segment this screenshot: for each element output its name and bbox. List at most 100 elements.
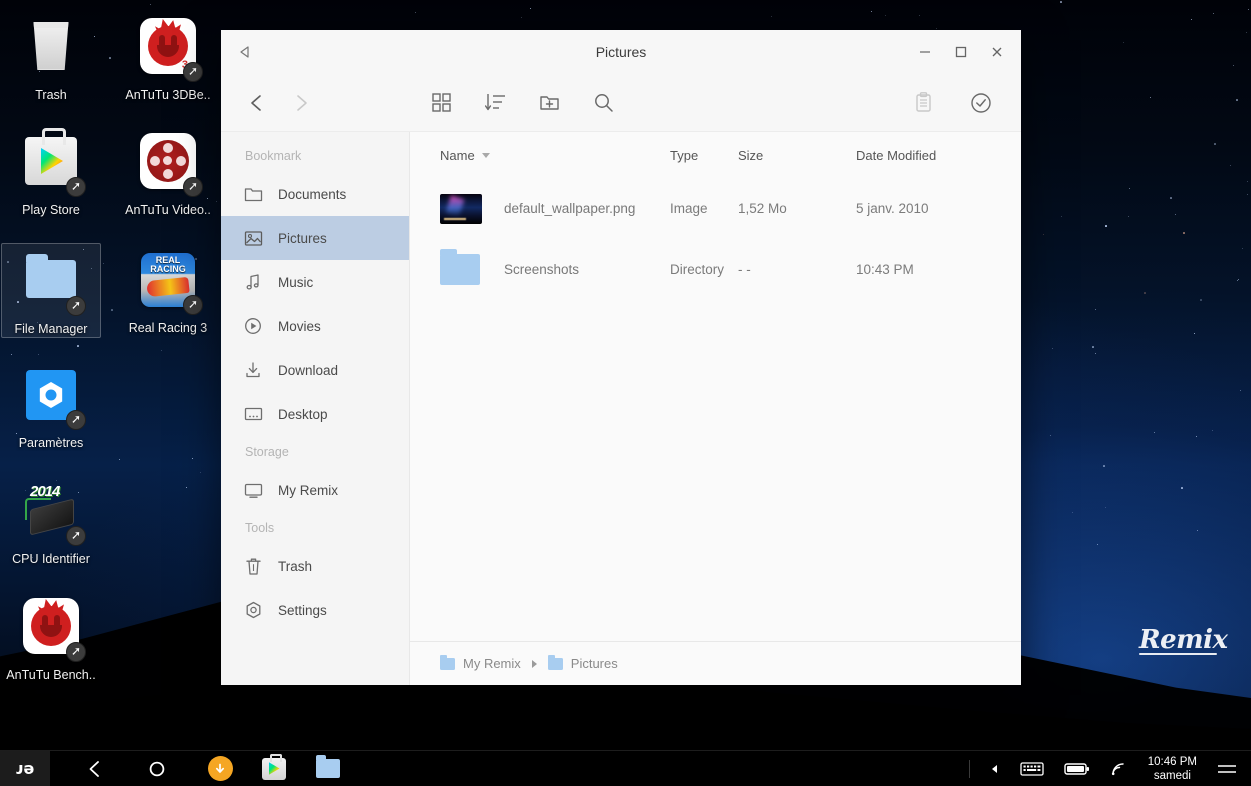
breadcrumb-item-my-remix[interactable]: My Remix (440, 654, 521, 671)
remix-watermark: Remix (1139, 625, 1228, 655)
sidebar-group-storage: Storage (245, 445, 289, 459)
sidebar-group-bookmark: Bookmark (245, 149, 302, 163)
folder-icon (547, 654, 563, 670)
cpu-identifier-icon: 2014 (20, 482, 86, 546)
shortcut-arrow-icon (183, 62, 203, 82)
sidebar-item-movies[interactable]: Movies (221, 304, 409, 348)
sidebar-item-pictures[interactable]: Pictures (221, 216, 409, 260)
clock-day: samedi (1153, 769, 1191, 782)
battery-icon[interactable] (1064, 762, 1090, 776)
desktop-icon-antutu-video[interactable]: AnTuTu Video.. (118, 125, 218, 218)
wifi-icon[interactable] (1110, 761, 1128, 777)
grid-view-icon[interactable] (419, 81, 463, 125)
taskbar-clock[interactable]: 10:46 PM samedi (1148, 755, 1197, 783)
folder-icon (241, 182, 265, 206)
column-label-name: Name (440, 147, 475, 163)
close-icon[interactable] (979, 30, 1015, 74)
hamburger-menu-icon[interactable] (1217, 762, 1237, 776)
desktop-icon-play-store[interactable]: Play Store (1, 125, 101, 218)
chevron-left-icon[interactable] (235, 81, 279, 125)
clipboard-icon[interactable] (901, 81, 945, 125)
desktop-icon-label: AnTuTu Video.. (125, 203, 211, 217)
breadcrumb-separator-icon (531, 659, 537, 668)
file-name: default_wallpaper.png (504, 201, 636, 216)
sidebar-item-label: Pictures (278, 230, 327, 246)
desktop-icon-cpu-identifier[interactable]: 2014 CPU Identifier (1, 474, 101, 567)
desktop-icon-label: AnTuTu Bench.. (6, 668, 96, 682)
file-date: 5 janv. 2010 (856, 201, 929, 216)
remix-logo-icon[interactable]: ᴊǝ (0, 750, 50, 786)
sidebar-item-label: Movies (278, 318, 321, 334)
sidebar-item-label: Download (278, 362, 339, 378)
real-racing-icon: REAL RACING (137, 251, 203, 315)
search-icon[interactable] (581, 81, 625, 125)
antutu-3dbench-icon: 3 (137, 18, 203, 82)
select-check-icon[interactable] (959, 81, 1003, 125)
sidebar-item-download[interactable]: Download (221, 348, 409, 392)
desktop-icon-antutu-3dbench[interactable]: 3 AnTuTu 3DBe.. (118, 10, 218, 103)
file-rows: default_wallpaper.png Image 1,52 Mo 5 ja… (410, 178, 1021, 641)
desktop-icon-trash[interactable]: Trash (1, 10, 101, 103)
downloads-app-icon[interactable] (206, 755, 234, 783)
column-header-date[interactable]: Date Modified (856, 148, 1006, 163)
desktop-icon-label: File Manager (14, 322, 88, 336)
taskbar-tray: 10:46 PM samedi (968, 755, 1251, 783)
desktop-icon-antutu-benchmark[interactable]: AnTuTu Bench.. (1, 590, 101, 683)
keyboard-icon[interactable] (1020, 761, 1044, 777)
sidebar-item-my-remix[interactable]: My Remix (221, 468, 409, 512)
window-body: Bookmark Documents Pictures Music Movies… (221, 132, 1021, 685)
toolbar-actions (419, 81, 625, 125)
table-row[interactable]: Screenshots Directory - - 10:43 PM (410, 239, 1021, 300)
download-icon (241, 358, 265, 382)
column-header-type[interactable]: Type (670, 148, 738, 163)
breadcrumb-item-pictures[interactable]: Pictures (547, 654, 618, 671)
desktop-icon (241, 402, 265, 426)
minimize-icon[interactable] (907, 30, 943, 74)
new-folder-icon[interactable] (527, 81, 571, 125)
maximize-icon[interactable] (943, 30, 979, 74)
desktop-icon-label: Play Store (22, 203, 80, 217)
trash-icon (20, 18, 82, 80)
sidebar-item-label: Settings (278, 602, 327, 618)
tray-expand-icon[interactable] (990, 763, 1000, 775)
back-triangle-icon[interactable] (225, 30, 265, 74)
file-list-header: Name Type Size Date Modified (410, 132, 1021, 178)
column-header-size[interactable]: Size (738, 148, 856, 163)
column-header-name[interactable]: Name (440, 148, 670, 163)
sidebar-item-settings[interactable]: Settings (221, 588, 409, 632)
sidebar-item-trash[interactable]: Trash (221, 544, 409, 588)
sidebar-item-label: Music (278, 274, 314, 290)
sidebar-item-documents[interactable]: Documents (221, 172, 409, 216)
play-store-icon (20, 128, 86, 197)
monitor-icon (241, 478, 265, 502)
desktop-icon-settings[interactable]: Paramètres (1, 358, 101, 451)
image-icon (241, 226, 265, 250)
breadcrumb-label: My Remix (463, 656, 521, 671)
cpu-year-text: 2014 (30, 483, 60, 500)
file-type: Image (670, 201, 708, 216)
desktop-icon-file-manager[interactable]: File Manager (1, 243, 101, 338)
file-name: Screenshots (504, 262, 580, 277)
window-toolbar (221, 74, 1021, 132)
clock-time: 10:46 PM (1147, 755, 1197, 768)
sidebar-item-label: Trash (278, 558, 313, 574)
sidebar-item-desktop[interactable]: Desktop (221, 392, 409, 436)
play-circle-icon (241, 314, 265, 338)
shortcut-arrow-icon (66, 526, 86, 546)
shortcut-arrow-icon (183, 295, 203, 315)
desktop-icon-real-racing[interactable]: REAL RACING Real Racing 3 (118, 243, 218, 336)
window-titlebar: Pictures (221, 30, 1021, 74)
sidebar-item-music[interactable]: Music (221, 260, 409, 304)
image-thumbnail (440, 193, 504, 224)
folder-thumbnail (440, 249, 504, 285)
back-button[interactable] (64, 751, 126, 786)
home-button[interactable] (126, 751, 188, 786)
chevron-right-icon[interactable] (279, 81, 323, 125)
shortcut-arrow-icon (66, 410, 86, 430)
taskbar-nav (64, 751, 188, 786)
file-date: 10:43 PM (856, 262, 914, 277)
file-manager-app-icon[interactable] (314, 755, 342, 783)
table-row[interactable]: default_wallpaper.png Image 1,52 Mo 5 ja… (410, 178, 1021, 239)
sort-icon[interactable] (473, 81, 517, 125)
play-store-app-icon[interactable] (260, 753, 288, 783)
